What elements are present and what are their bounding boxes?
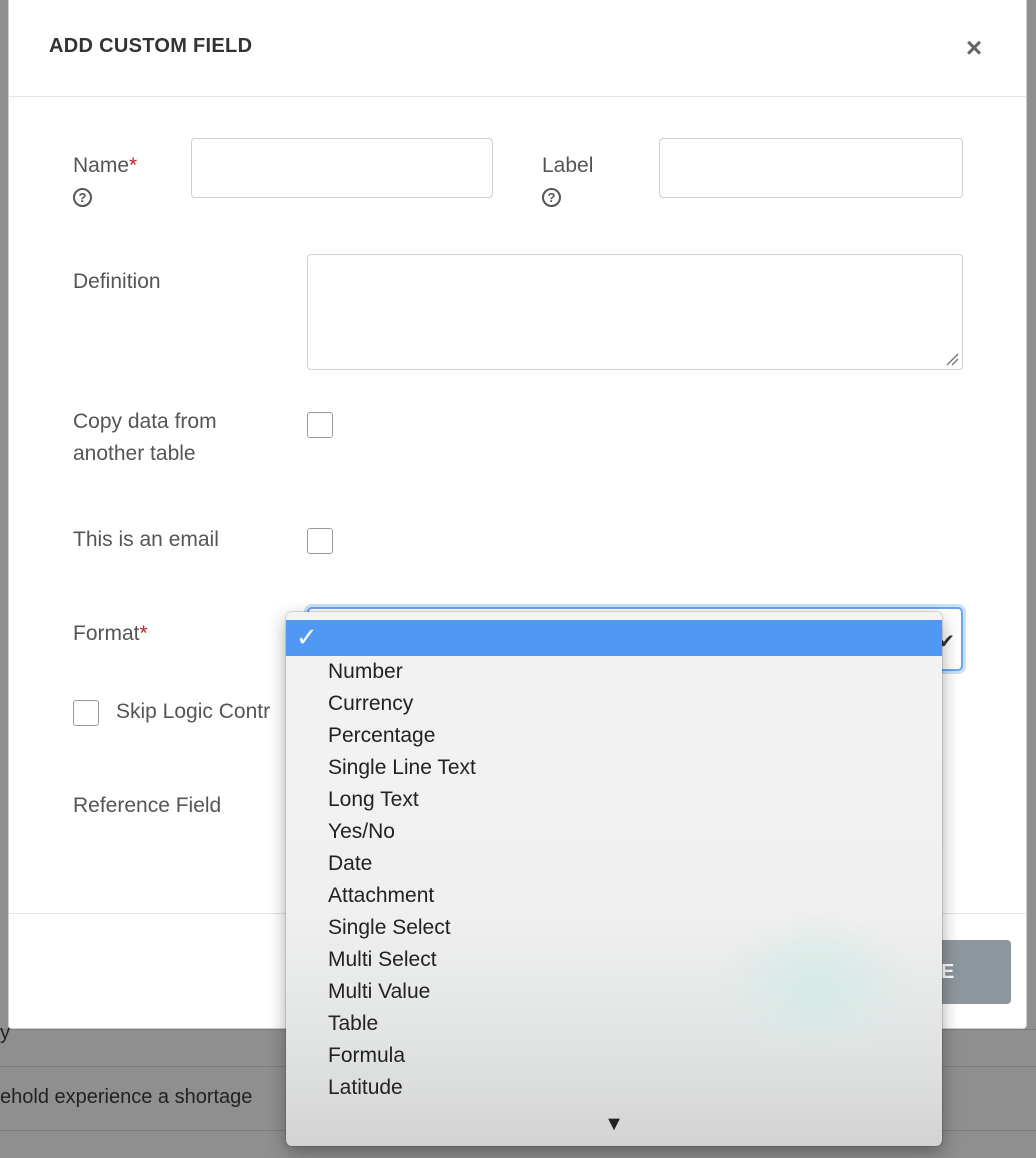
dropdown-option[interactable]: Attachment	[286, 880, 942, 912]
dropdown-option[interactable]: Multi Select	[286, 944, 942, 976]
format-dropdown-menu[interactable]: ✓ Number Currency Percentage Single Line Te…	[286, 612, 942, 1146]
name-label: Name*	[73, 150, 137, 182]
dropdown-option[interactable]: Percentage	[286, 720, 942, 752]
copy-data-checkbox[interactable]	[307, 412, 333, 438]
dropdown-option[interactable]: Currency	[286, 688, 942, 720]
required-mark: *	[129, 154, 138, 177]
label-label: Label	[542, 154, 594, 177]
reference-field-label: Reference Field	[73, 794, 222, 817]
dropdown-option[interactable]: Yes/No	[286, 816, 942, 848]
resize-grip-icon[interactable]	[945, 352, 959, 366]
required-mark: *	[139, 622, 148, 645]
check-icon: ✓	[296, 622, 318, 652]
definition-label: Definition	[73, 270, 161, 293]
dropdown-option-selected[interactable]: ✓	[286, 620, 942, 656]
copy-data-label: Copy data from another table	[73, 406, 217, 470]
modal-title: ADD CUSTOM FIELD	[49, 35, 253, 57]
name-input[interactable]	[191, 138, 493, 198]
copy-data-label-line: another table	[73, 442, 196, 465]
copy-data-label-line: Copy data from	[73, 410, 217, 433]
dropdown-option[interactable]: Formula	[286, 1040, 942, 1072]
label-input[interactable]	[659, 138, 963, 198]
name-label-text: Name	[73, 154, 130, 177]
skip-logic-checkbox[interactable]	[73, 700, 99, 726]
skip-logic-label: Skip Logic Contr	[116, 700, 271, 723]
help-icon[interactable]: ?	[73, 188, 92, 207]
dropdown-options-list: Number Currency Percentage Single Line Text…	[286, 656, 942, 1104]
background-text: ehold experience a shortage	[0, 1086, 253, 1108]
definition-textarea[interactable]	[307, 254, 963, 370]
scroll-down-arrow-icon[interactable]: ▼	[286, 1113, 942, 1136]
email-checkbox[interactable]	[307, 528, 333, 554]
modal-header: ADD CUSTOM FIELD ×	[9, 0, 1026, 97]
dropdown-option[interactable]: Date	[286, 848, 942, 880]
format-label: Format*	[73, 618, 148, 650]
help-icon[interactable]: ?	[542, 188, 561, 207]
dropdown-option[interactable]: Number	[286, 656, 942, 688]
format-label-text: Format	[73, 622, 140, 645]
dropdown-option[interactable]: Single Select	[286, 912, 942, 944]
dropdown-option[interactable]: Table	[286, 1008, 942, 1040]
dropdown-option[interactable]: Latitude	[286, 1072, 942, 1104]
dropdown-option[interactable]: Long Text	[286, 784, 942, 816]
dropdown-option[interactable]: Single Line Text	[286, 752, 942, 784]
email-label: This is an email	[73, 528, 219, 551]
close-icon[interactable]: ×	[962, 34, 986, 62]
dropdown-option[interactable]: Multi Value	[286, 976, 942, 1008]
